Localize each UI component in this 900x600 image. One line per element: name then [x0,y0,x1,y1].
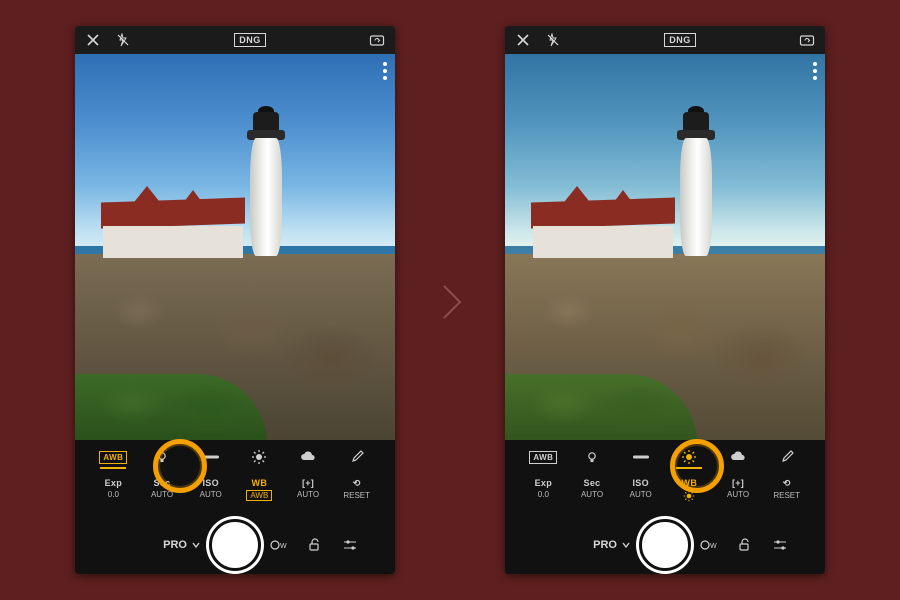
settings-sliders-icon[interactable] [341,536,359,554]
wb-preset-eyedropper[interactable] [332,450,381,464]
comparison-stage: DNG AWB Exp0.0 SecAUTO ISOAUTO W [0,0,900,600]
phone-screenshot-after: DNG AWB Exp0.0 SecAUTO ISOAUTO W [505,26,825,574]
chevron-down-icon [191,540,201,550]
camera-topbar: DNG [505,26,825,54]
param-exp[interactable]: Exp0.0 [89,478,138,499]
camera-topbar: DNG [75,26,395,54]
wb-preset-incandescent[interactable] [568,450,617,464]
wb-preset-incandescent[interactable] [138,450,187,464]
file-format-badge[interactable]: DNG [664,33,696,47]
switch-camera-icon[interactable] [369,32,385,48]
param-bracket[interactable]: [+]AUTO [714,478,763,499]
param-wb[interactable]: WB [665,478,714,504]
pro-params-row: Exp0.0 SecAUTO ISOAUTO WB [+]AUTO ⟲RESET [505,474,825,516]
flash-off-icon[interactable] [115,32,131,48]
param-reset[interactable]: ⟲RESET [332,478,381,500]
wb-preset-fluorescent[interactable] [616,453,665,461]
svg-text:W: W [280,543,287,550]
shutter-row: PRO W [75,516,395,574]
lock-open-icon[interactable] [735,536,753,554]
param-bracket[interactable]: [+]AUTO [284,478,333,499]
phone-screenshot-before: DNG AWB Exp0.0 SecAUTO ISOAUTO W [75,26,395,574]
overflow-menu-icon[interactable] [813,62,817,80]
wb-preset-awb[interactable]: AWB [89,451,138,464]
param-iso[interactable]: ISOAUTO [186,478,235,499]
shutter-button[interactable] [639,519,691,571]
reset-icon: ⟲ [783,478,791,489]
wb-preset-row: AWB [75,440,395,474]
mode-selector[interactable]: PRO [163,539,201,551]
wb-preset-cloudy[interactable] [714,451,763,463]
arrow-right-icon [440,284,464,320]
settings-sliders-icon[interactable] [771,536,789,554]
wb-preset-row: AWB [505,440,825,474]
sun-icon [683,490,695,504]
param-iso[interactable]: ISOAUTO [616,478,665,499]
param-exp[interactable]: Exp0.0 [519,478,568,499]
wb-preset-eyedropper[interactable] [762,450,811,464]
close-icon[interactable] [85,32,101,48]
param-wb[interactable]: WBAWB [235,478,284,501]
viewfinder[interactable] [505,54,825,444]
reset-icon: ⟲ [353,478,361,489]
chevron-down-icon [621,540,631,550]
wb-preset-cloudy[interactable] [284,451,333,463]
camera-controls: AWB Exp0.0 SecAUTO ISOAUTO WBAWB [+]AUTO… [75,440,395,574]
switch-camera-icon[interactable] [799,32,815,48]
lock-open-icon[interactable] [305,536,323,554]
overflow-menu-icon[interactable] [383,62,387,80]
viewfinder[interactable] [75,54,395,444]
wide-toggle-icon[interactable]: W [269,536,287,554]
wb-preset-fluorescent[interactable] [186,453,235,461]
shutter-row: PRO W [505,516,825,574]
wb-preset-daylight[interactable] [665,449,714,465]
param-sec[interactable]: SecAUTO [138,478,187,499]
file-format-badge[interactable]: DNG [234,33,266,47]
svg-text:W: W [710,543,717,550]
wide-toggle-icon[interactable]: W [699,536,717,554]
pro-params-row: Exp0.0 SecAUTO ISOAUTO WBAWB [+]AUTO ⟲RE… [75,474,395,516]
wb-preset-daylight[interactable] [235,449,284,465]
param-reset[interactable]: ⟲RESET [762,478,811,500]
mode-selector[interactable]: PRO [593,539,631,551]
wb-preset-awb[interactable]: AWB [519,451,568,464]
flash-off-icon[interactable] [545,32,561,48]
shutter-button[interactable] [209,519,261,571]
param-sec[interactable]: SecAUTO [568,478,617,499]
camera-controls: AWB Exp0.0 SecAUTO ISOAUTO WB [+]AUTO ⟲R… [505,440,825,574]
close-icon[interactable] [515,32,531,48]
